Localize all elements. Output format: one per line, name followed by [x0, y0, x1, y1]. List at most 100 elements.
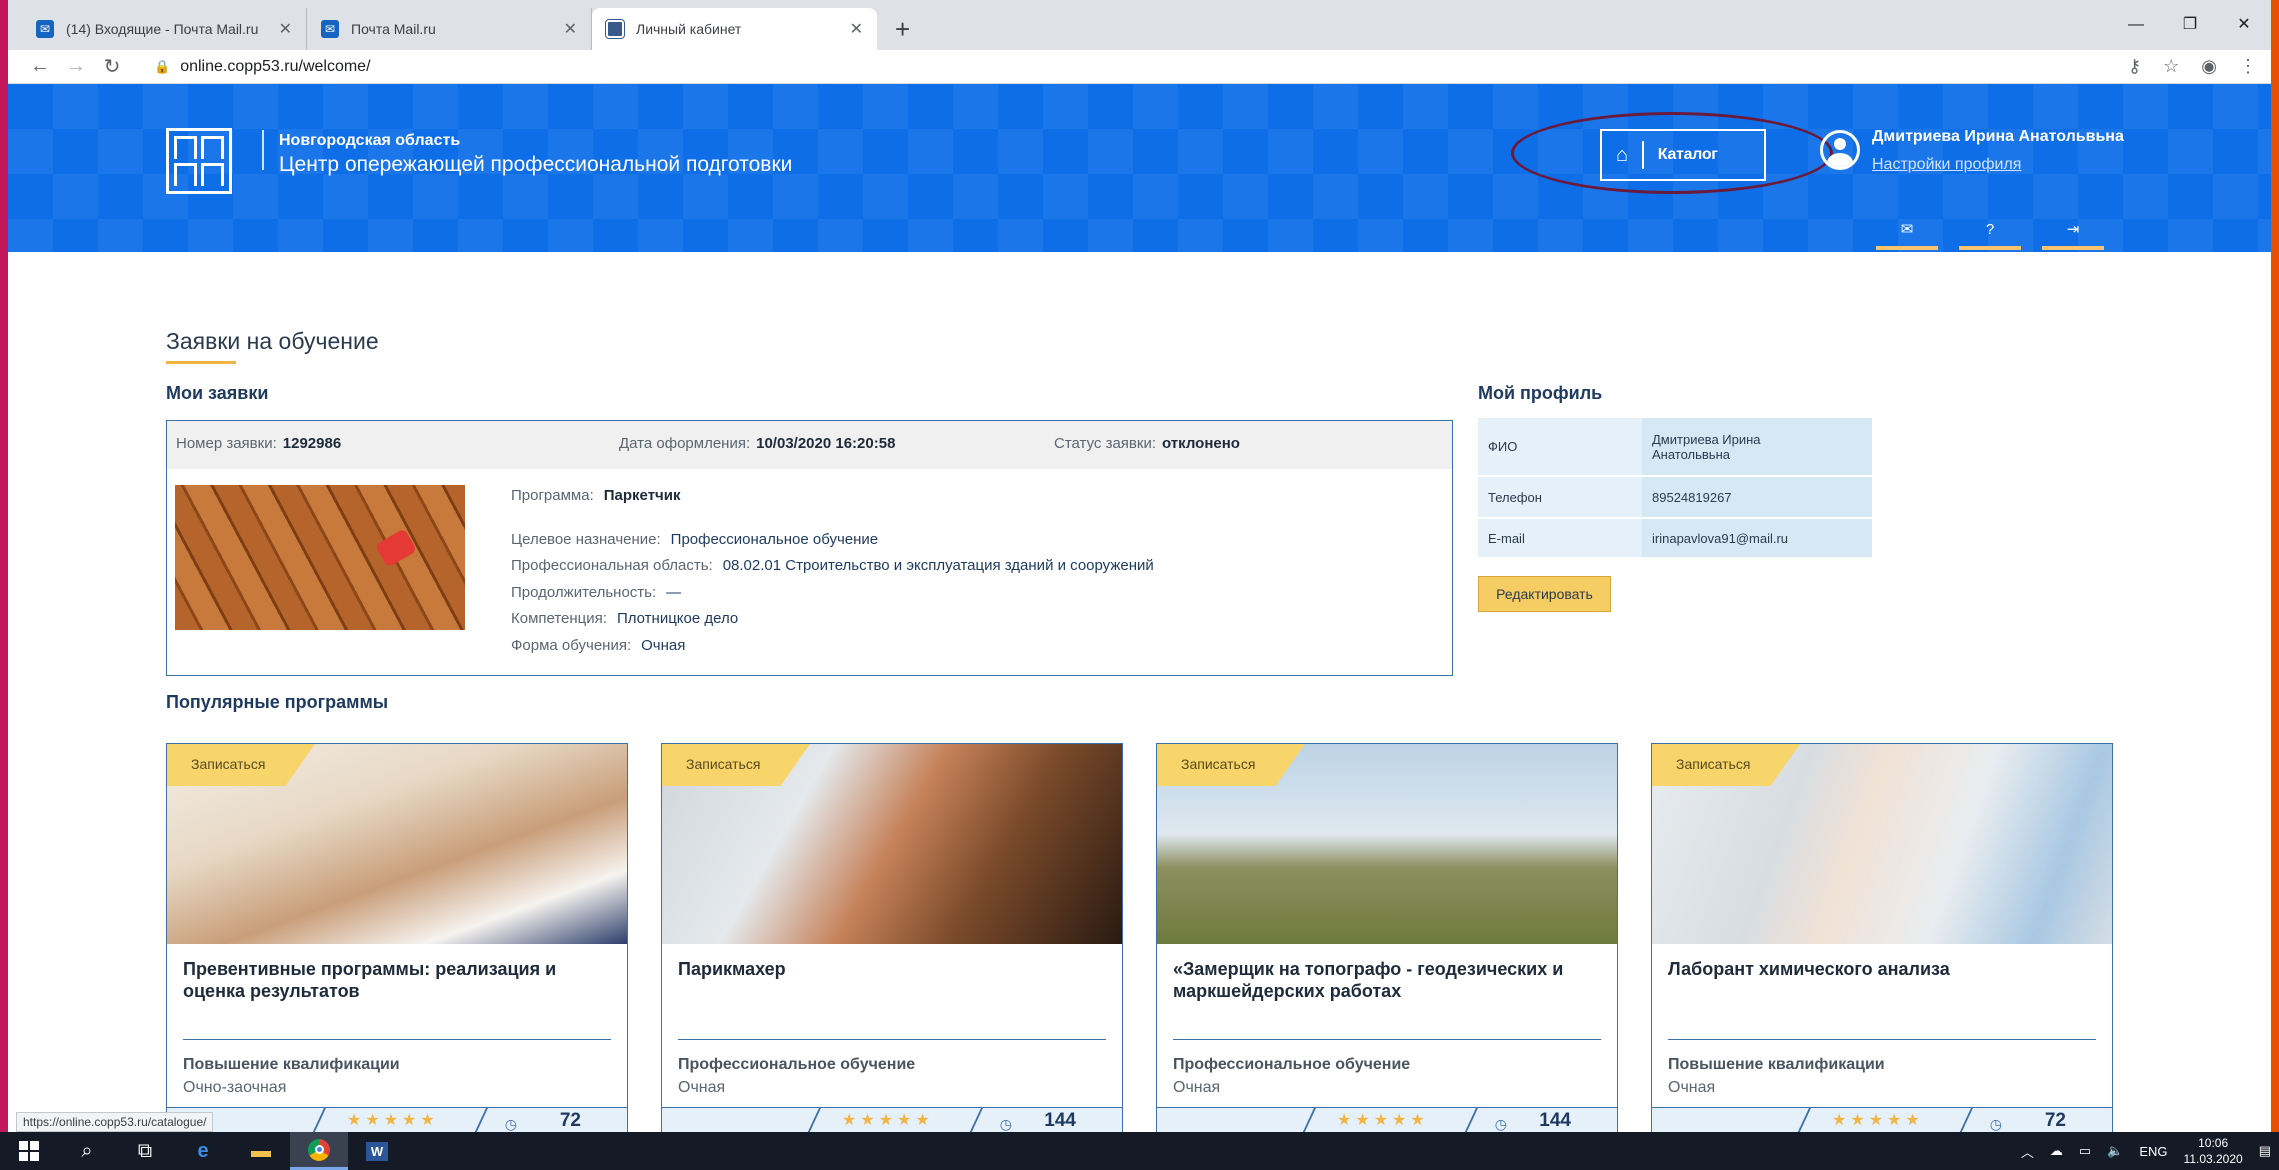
- request-date: Дата оформления: 10/03/2020 16:20:58: [619, 435, 895, 452]
- card-footer: ★★★★★ ◷ 72: [1652, 1107, 2112, 1132]
- menu-dots-icon[interactable]: ⋮: [2239, 56, 2257, 77]
- windows-icon: [19, 1141, 39, 1161]
- link-status-tooltip: https://online.copp53.ru/catalogue/: [16, 1112, 214, 1132]
- field-value: —: [666, 583, 682, 601]
- task-view-icon[interactable]: ⧉: [116, 1132, 174, 1170]
- program-card[interactable]: Записаться Превентивные программы: реали…: [166, 743, 628, 1133]
- program-name[interactable]: Паркетчик: [604, 487, 681, 504]
- card-footer: ★★★★★ ◷ 72: [167, 1107, 627, 1132]
- cloud-icon[interactable]: ☁: [2050, 1143, 2063, 1159]
- program-form: Очная: [678, 1079, 726, 1096]
- profile-value: irinapavlova91@mail.ru: [1642, 518, 1872, 559]
- request-status-label: Статус заявки:: [1054, 435, 1157, 452]
- start-button[interactable]: [0, 1132, 58, 1170]
- divider: [678, 1039, 1106, 1040]
- system-tray: ︿ ☁ ▭ 🔈 ENG 10:06 11.03.2020 ▤: [2021, 1132, 2271, 1170]
- hours-icon: ◷: [1494, 1116, 1507, 1132]
- clock-time: 10:06: [2198, 1136, 2229, 1150]
- profile-row: ФИО Дмитриева Ирина Анатольвьна: [1478, 418, 1872, 477]
- field-label: Программа:: [511, 487, 594, 504]
- file-explorer-icon[interactable]: ▬: [232, 1132, 290, 1170]
- address-bar-row: ← → ↻ 🔒 online.copp53.ru/welcome/ ⚷ ☆ ◉ …: [8, 50, 2271, 84]
- key-icon[interactable]: ⚷: [2128, 56, 2141, 77]
- page-title: Заявки на обучение: [166, 328, 379, 354]
- field-value: Плотницкое дело: [616, 610, 739, 627]
- logo-divider: [262, 130, 264, 170]
- url-field[interactable]: online.copp53.ru/welcome/: [180, 58, 2128, 76]
- catalog-button[interactable]: ⌂ Каталог: [1600, 129, 1766, 181]
- request-date-value: 10/03/2020 16:20:58: [756, 435, 896, 452]
- back-icon[interactable]: ←: [22, 55, 58, 78]
- request-date-label: Дата оформления:: [619, 435, 751, 452]
- edit-profile-button[interactable]: Редактировать: [1478, 576, 1611, 612]
- new-tab-button[interactable]: +: [895, 8, 910, 50]
- search-icon[interactable]: ⌕: [58, 1132, 116, 1170]
- reload-icon[interactable]: ↻: [94, 54, 130, 79]
- program-title[interactable]: Превентивные программы: реализация и оце…: [183, 958, 607, 1002]
- program-type: Повышение квалификации: [183, 1056, 400, 1073]
- help-icon[interactable]: ?: [1959, 218, 2021, 250]
- tab-label: (14) Входящие - Почта Mail.ru: [66, 21, 259, 37]
- request-details: Программа: Паркетчик Целевое назначение: П…: [511, 483, 1154, 659]
- field-value: Профессиональное обучение: [670, 530, 879, 548]
- tab-mail[interactable]: ✉ Почта Mail.ru ✕: [307, 8, 592, 50]
- area-row: Профессиональная область: 08.02.01 Строит…: [511, 553, 1154, 580]
- profile-row: E-mail irinapavlova91@mail.ru: [1478, 518, 1872, 559]
- battery-icon[interactable]: ▭: [2079, 1143, 2091, 1159]
- windows-taskbar: ⌕ ⧉ e ▬ W ︿ ☁ ▭ 🔈 ENG 10:06 11.03.2020 ▤: [0, 1132, 2279, 1170]
- minimize-icon[interactable]: —: [2109, 0, 2163, 50]
- card-footer: ★★★★★ ◷ 144: [662, 1107, 1122, 1132]
- edge-icon[interactable]: e: [174, 1132, 232, 1170]
- volume-icon[interactable]: 🔈: [2107, 1143, 2123, 1159]
- title-underline: [166, 361, 236, 364]
- divider: [1668, 1039, 2096, 1040]
- close-window-icon[interactable]: ✕: [2217, 0, 2271, 50]
- close-icon[interactable]: ✕: [279, 19, 292, 39]
- tab-personal-cabinet[interactable]: Личный кабинет ✕: [592, 8, 877, 50]
- forward-icon[interactable]: →: [58, 55, 94, 78]
- copp-logo[interactable]: [166, 128, 232, 194]
- profile-key: Телефон: [1478, 476, 1642, 519]
- tab-mail-inbox[interactable]: ✉ (14) Входящие - Почта Mail.ru ✕: [22, 8, 307, 50]
- divider: [1795, 1108, 1811, 1132]
- program-form: Очная: [1668, 1079, 1716, 1096]
- language-indicator[interactable]: ENG: [2139, 1144, 2167, 1159]
- program-title[interactable]: Лаборант химического анализа: [1668, 958, 2092, 980]
- request-status-value: отклонено: [1162, 435, 1240, 452]
- tab-label: Почта Mail.ru: [351, 21, 436, 37]
- profile-key: ФИО: [1478, 418, 1642, 477]
- profile-value: 89524819267: [1642, 476, 1872, 519]
- program-form: Очно-заочная: [183, 1079, 287, 1096]
- chevron-up-icon[interactable]: ︿: [2021, 1142, 2034, 1161]
- avatar[interactable]: [1820, 130, 1860, 170]
- divider: [1173, 1039, 1601, 1040]
- close-icon[interactable]: ✕: [564, 19, 577, 39]
- program-title[interactable]: «Замерщик на топографо - геодезических и…: [1173, 958, 1597, 1002]
- restore-icon[interactable]: ❐: [2163, 0, 2217, 50]
- account-icon[interactable]: ◉: [2201, 56, 2217, 77]
- close-icon[interactable]: ✕: [850, 19, 863, 39]
- browser-tab-bar: ✉ (14) Входящие - Почта Mail.ru ✕ ✉ Почт…: [8, 0, 2271, 50]
- lock-icon[interactable]: 🔒: [154, 59, 170, 75]
- profile-table: ФИО Дмитриева Ирина Анатольвьна Телефон …: [1478, 418, 1872, 559]
- clock[interactable]: 10:06 11.03.2020: [2184, 1135, 2243, 1167]
- chrome-logo: [308, 1138, 330, 1161]
- logout-icon[interactable]: ⇥: [2042, 218, 2104, 250]
- divider: [472, 1108, 488, 1132]
- notifications-icon[interactable]: ▤: [2259, 1143, 2271, 1159]
- chrome-icon[interactable]: [290, 1132, 348, 1170]
- program-card[interactable]: Записаться Лаборант химического анализа …: [1651, 743, 2113, 1133]
- program-card[interactable]: Записаться Парикмахер Профессиональное о…: [661, 743, 1123, 1133]
- mail-icon: ✉: [36, 20, 54, 38]
- catalog-label: Каталог: [1657, 146, 1718, 163]
- field-label: Профессиональная область:: [511, 557, 713, 574]
- field-value: Очная: [641, 636, 686, 654]
- program-card[interactable]: Записаться «Замерщик на топографо - геод…: [1156, 743, 1618, 1133]
- profile-settings-link[interactable]: Настройки профиля: [1872, 156, 2021, 174]
- mail-icon[interactable]: ✉: [1876, 218, 1938, 250]
- rating-stars: ★★★★★: [842, 1112, 934, 1129]
- bookmark-star-icon[interactable]: ☆: [2163, 56, 2179, 77]
- program-title[interactable]: Парикмахер: [678, 958, 1102, 980]
- form-row: Форма обучения: Очная: [511, 633, 1154, 660]
- word-icon[interactable]: W: [348, 1132, 406, 1170]
